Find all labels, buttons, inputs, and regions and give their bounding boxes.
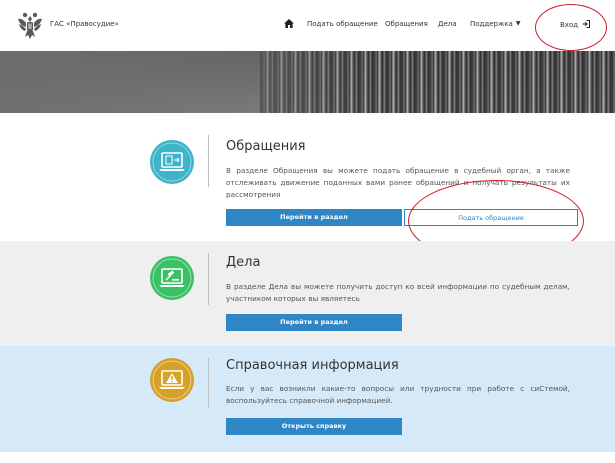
laptop-gavel-icon — [150, 256, 194, 300]
caret-down-icon: ▼ — [515, 20, 521, 27]
nav-appeals[interactable]: Обращения — [385, 20, 428, 28]
open-help-button[interactable]: Открыть справку — [226, 418, 402, 435]
brand-name[interactable]: ГАС «Правосудие» — [50, 20, 119, 28]
section-description: Если у вас возникли какие-то вопросы или… — [226, 384, 570, 405]
nav-submit-appeal[interactable]: Подать обращение — [307, 20, 378, 28]
laptop-document-icon — [150, 140, 194, 184]
annotation-ellipse-login — [535, 4, 607, 51]
home-icon[interactable] — [284, 19, 294, 28]
section-appeals-icon — [150, 140, 194, 184]
site-header: ГАС «Правосудие» Подать обращение Обраще… — [0, 0, 615, 51]
section-divider — [208, 358, 209, 408]
section-divider — [208, 135, 209, 187]
go-to-appeals-button[interactable]: Перейти в раздел — [226, 209, 402, 226]
section-title: Справочная информация — [226, 358, 399, 373]
coat-of-arms-logo-icon[interactable] — [16, 10, 44, 40]
section-help: Справочная информация Если у вас возникл… — [0, 346, 615, 452]
hero-fade-overlay — [0, 51, 615, 113]
laptop-warning-icon — [150, 358, 194, 402]
section-title: Дела — [226, 255, 261, 270]
hero-banner — [0, 51, 615, 113]
section-divider — [208, 253, 209, 305]
nav-cases[interactable]: Дела — [438, 20, 457, 28]
section-title: Обращения — [226, 139, 306, 154]
section-help-icon — [150, 358, 194, 402]
go-to-cases-button[interactable]: Перейти в раздел — [226, 314, 402, 331]
nav-support-label: Поддержка — [470, 20, 513, 28]
section-description: В разделе Дела вы можете получить доступ… — [226, 282, 570, 303]
section-cases-icon — [150, 256, 194, 300]
nav-support[interactable]: Поддержка ▼ — [470, 20, 520, 28]
section-cases: Дела В разделе Дела вы можете получить д… — [0, 241, 615, 346]
